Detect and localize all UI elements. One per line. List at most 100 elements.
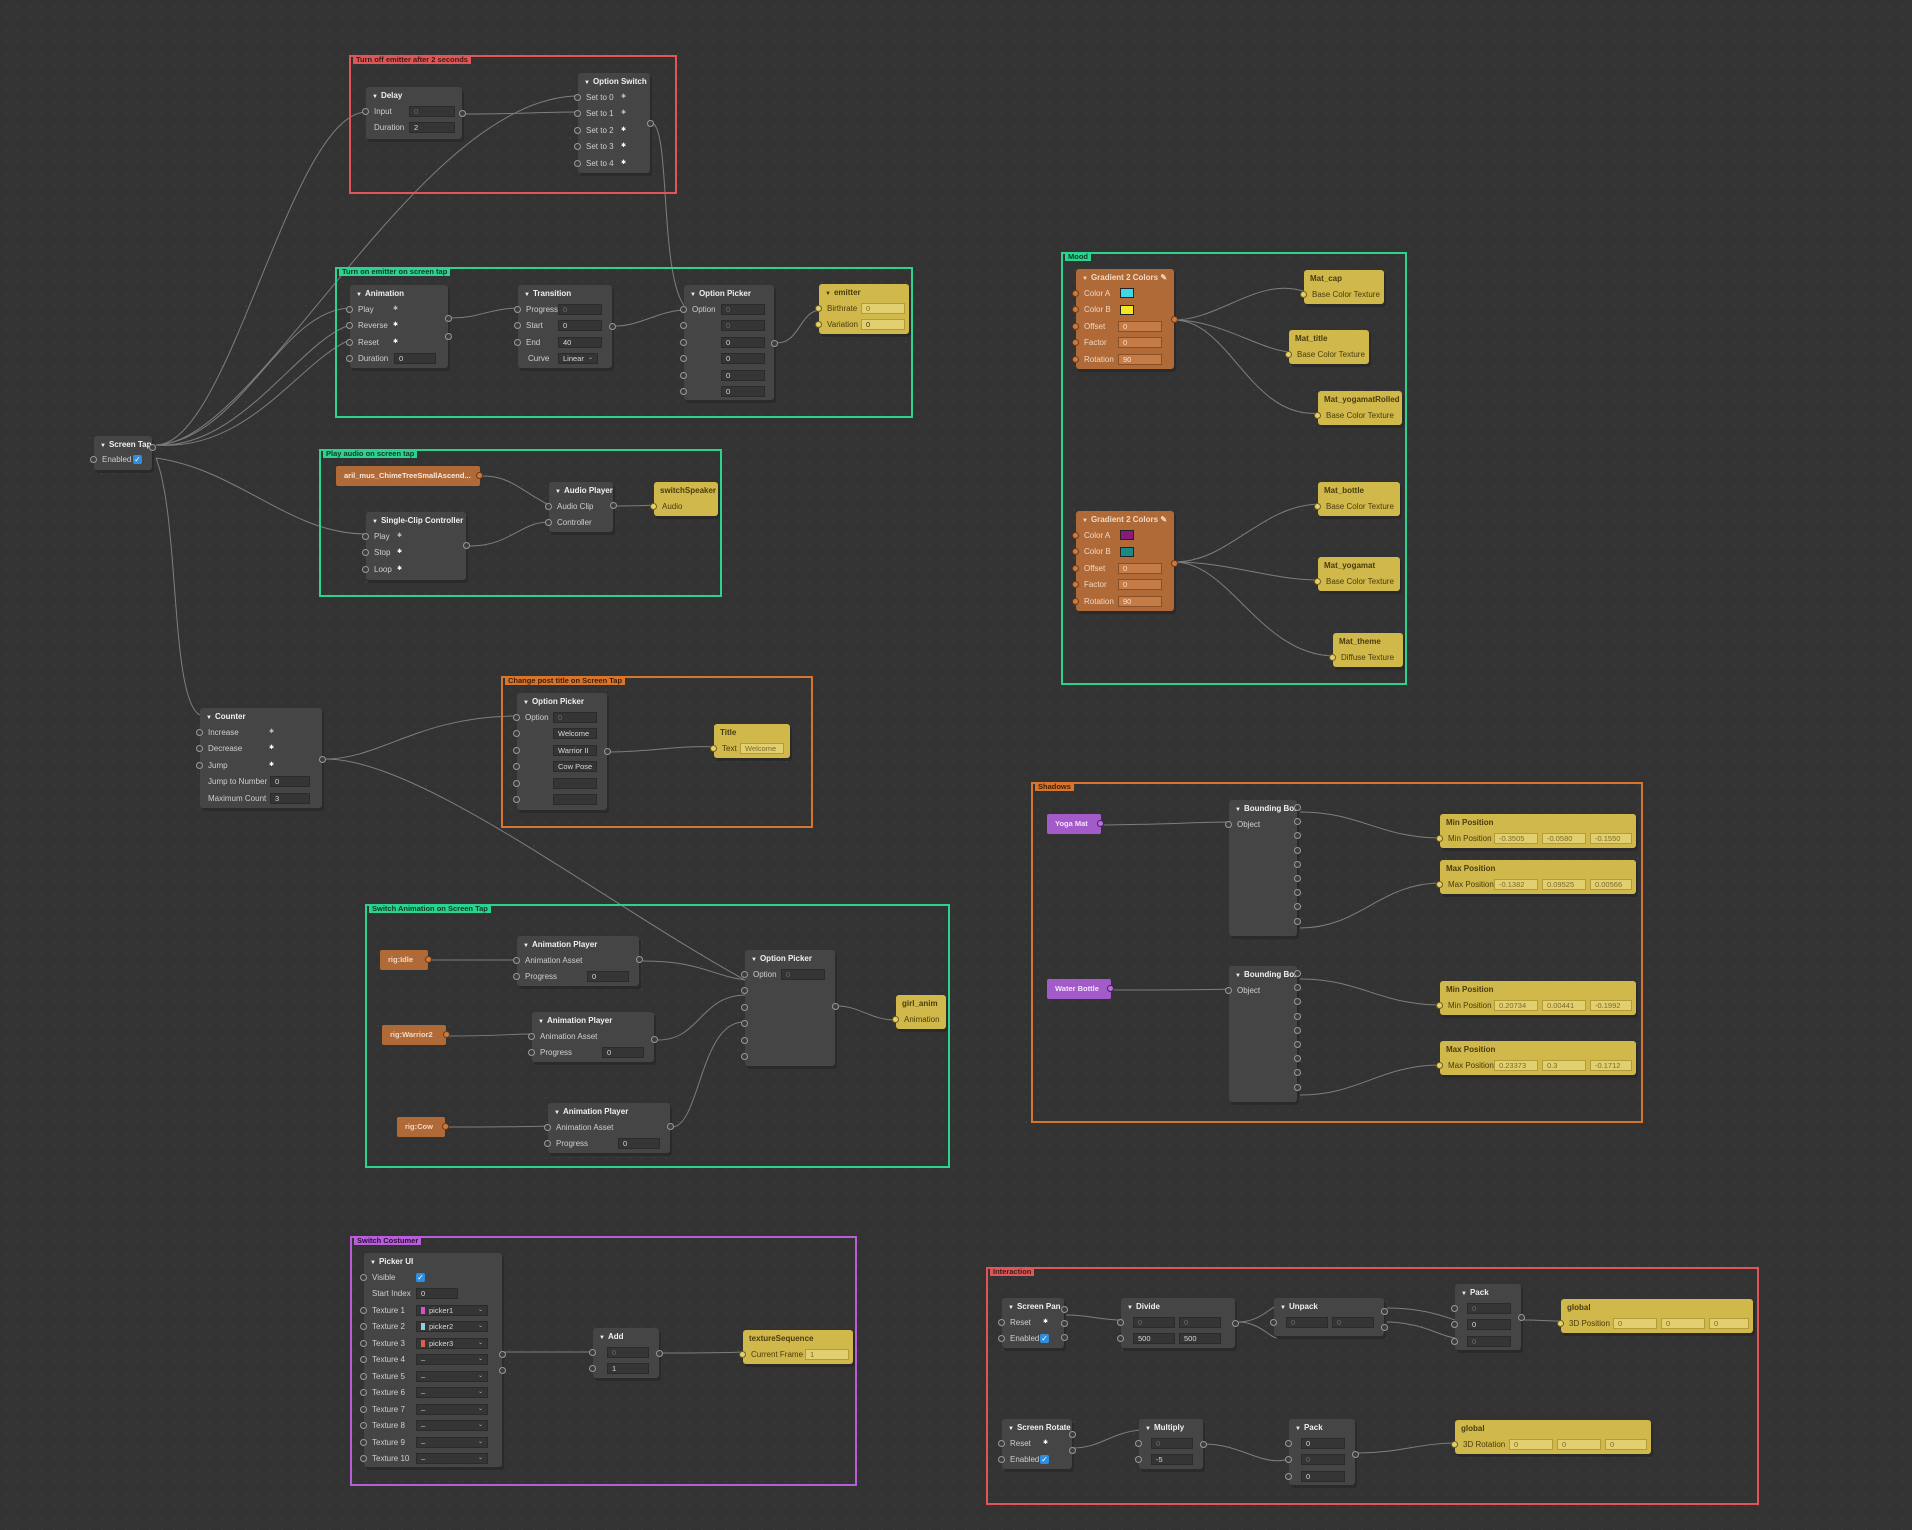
output-pin[interactable] xyxy=(1294,970,1301,977)
texture-dropdown[interactable]: picker3 ⌄ xyxy=(416,1337,488,1349)
value-field[interactable]: 0 xyxy=(1301,1454,1345,1466)
value-field[interactable]: 0 xyxy=(721,336,765,348)
input-pin[interactable] xyxy=(710,744,717,752)
collapse-triangle-icon[interactable]: ▼ xyxy=(356,292,362,298)
trigger-icon[interactable]: ✱ xyxy=(268,729,275,736)
output-pin[interactable] xyxy=(610,502,617,509)
collapse-triangle-icon[interactable]: ▼ xyxy=(372,94,378,100)
output-pin[interactable] xyxy=(1294,1026,1301,1034)
screen-pan-node[interactable]: ▼ Screen Pan Reset ✱ Enabled ✓ xyxy=(998,1298,1068,1348)
emitter-node[interactable]: ▼ emitter Birthrate 0 Variation 0 xyxy=(815,284,909,334)
progress-field[interactable]: 0 xyxy=(618,1138,660,1150)
divide-node[interactable]: ▼ Divide 00 500 500 xyxy=(1117,1298,1239,1348)
output-pin[interactable] xyxy=(1381,1308,1388,1315)
collapse-triangle-icon[interactable]: ▼ xyxy=(1145,1426,1151,1432)
input-pin[interactable] xyxy=(815,321,822,329)
input-pin[interactable] xyxy=(1329,653,1336,661)
value-field[interactable]: 0 xyxy=(721,353,765,365)
trigger-icon[interactable]: ✱ xyxy=(392,322,399,329)
material-node[interactable]: Mat_title Base Color Texture xyxy=(1285,330,1369,364)
min-position-node[interactable]: Min Position Min Position 0.20734 0.0044… xyxy=(1436,981,1636,1015)
z-field[interactable]: 0 xyxy=(1709,1317,1749,1329)
trigger-icon[interactable]: ✱ xyxy=(620,110,627,117)
value-field[interactable]: 0 xyxy=(1467,1335,1511,1347)
progress-field[interactable]: 0 xyxy=(558,303,602,315)
input-pin[interactable] xyxy=(513,779,520,787)
input-pin[interactable] xyxy=(1225,986,1232,994)
input-pin[interactable] xyxy=(1314,411,1321,419)
input-pin[interactable] xyxy=(1285,1472,1292,1480)
value-field[interactable]: 1 xyxy=(607,1363,649,1375)
option-picker-node[interactable]: ▼ Option Picker Option 0 Welcome Warrior I… xyxy=(513,693,611,810)
output-pin[interactable] xyxy=(1061,1334,1068,1341)
input-pin[interactable] xyxy=(360,1422,367,1430)
x-field[interactable]: 0 xyxy=(1509,1438,1553,1450)
input-pin[interactable] xyxy=(1072,355,1079,363)
texture-dropdown[interactable]: picker1 ⌄ xyxy=(416,1304,488,1316)
input-pin[interactable] xyxy=(1072,339,1079,347)
pack-node[interactable]: ▼ Pack 0 0 0 xyxy=(1451,1284,1525,1350)
water-bottle-object[interactable]: Water Bottle xyxy=(1047,979,1111,999)
output-pin[interactable] xyxy=(647,120,654,127)
input-pin[interactable] xyxy=(514,305,521,313)
input-pin[interactable] xyxy=(513,973,520,981)
input-pin[interactable] xyxy=(544,1140,551,1148)
end-field[interactable]: 40 xyxy=(558,336,602,348)
output-pin[interactable] xyxy=(1518,1314,1525,1321)
input-pin[interactable] xyxy=(1285,1456,1292,1464)
edit-icon[interactable]: ✎ xyxy=(1160,273,1167,282)
input-pin[interactable] xyxy=(741,1003,748,1011)
input-pin[interactable] xyxy=(1072,306,1079,314)
x-field[interactable]: 0.20734 xyxy=(1494,999,1538,1011)
input-pin[interactable] xyxy=(574,143,581,151)
output-pin[interactable] xyxy=(149,444,156,451)
trigger-icon[interactable]: ✱ xyxy=(620,127,627,134)
input-pin[interactable] xyxy=(1072,289,1079,297)
color-a-swatch[interactable] xyxy=(1120,530,1134,541)
input-pin[interactable] xyxy=(589,1348,596,1356)
input-pin[interactable] xyxy=(1072,531,1079,539)
value-field[interactable]: 0 xyxy=(721,386,765,398)
enabled-checkbox[interactable]: ✓ xyxy=(133,454,142,464)
value-field[interactable]: Warrior II xyxy=(553,744,597,756)
input-pin[interactable] xyxy=(360,1455,367,1463)
progress-field[interactable]: 0 xyxy=(602,1047,644,1059)
value-field[interactable]: Welcome xyxy=(553,728,597,740)
input-pin[interactable] xyxy=(739,1350,746,1358)
output-pin[interactable] xyxy=(771,340,778,347)
input-pin[interactable] xyxy=(1451,1304,1458,1312)
animation-player-node[interactable]: ▼ Animation Player Animation Asset Progre… xyxy=(528,1012,658,1062)
output-pin[interactable] xyxy=(1097,820,1104,827)
input-field[interactable]: 0 xyxy=(409,105,455,117)
duration-field[interactable]: 2 xyxy=(409,122,455,134)
material-node[interactable]: Mat_yogamat Base Color Texture xyxy=(1314,557,1400,591)
value-field[interactable]: 0 xyxy=(1467,1302,1511,1314)
jump-to-number-field[interactable]: 0 xyxy=(270,776,310,788)
input-pin[interactable] xyxy=(1451,1440,1458,1448)
value-field[interactable]: 500 xyxy=(1133,1333,1175,1345)
color-b-swatch[interactable] xyxy=(1120,304,1134,315)
input-pin[interactable] xyxy=(1436,880,1443,888)
input-pin[interactable] xyxy=(360,1356,367,1364)
input-pin[interactable] xyxy=(1270,1318,1277,1326)
input-pin[interactable] xyxy=(360,1306,367,1314)
output-pin[interactable] xyxy=(1107,985,1114,992)
delay-node[interactable]: ▼ Delay Input 0 Duration 2 xyxy=(362,87,466,139)
input-pin[interactable] xyxy=(741,1036,748,1044)
output-pin[interactable] xyxy=(1381,1324,1388,1331)
color-b-swatch[interactable] xyxy=(1120,546,1134,557)
input-pin[interactable] xyxy=(1072,548,1079,556)
input-pin[interactable] xyxy=(90,455,97,463)
input-pin[interactable] xyxy=(1225,820,1232,828)
output-pin[interactable] xyxy=(1061,1320,1068,1327)
output-pin[interactable] xyxy=(443,1031,450,1038)
input-pin[interactable] xyxy=(346,338,353,346)
collapse-triangle-icon[interactable]: ▼ xyxy=(555,489,561,495)
output-pin[interactable] xyxy=(499,1367,506,1374)
input-pin[interactable] xyxy=(680,338,687,346)
input-pin[interactable] xyxy=(1072,597,1079,605)
bounding-box-node[interactable]: ▼ Bounding Box Object xyxy=(1225,966,1301,1102)
value-field[interactable]: 0 xyxy=(607,1346,649,1358)
texture-dropdown[interactable]: picker2 ⌄ xyxy=(416,1321,488,1333)
input-pin[interactable] xyxy=(650,502,657,510)
